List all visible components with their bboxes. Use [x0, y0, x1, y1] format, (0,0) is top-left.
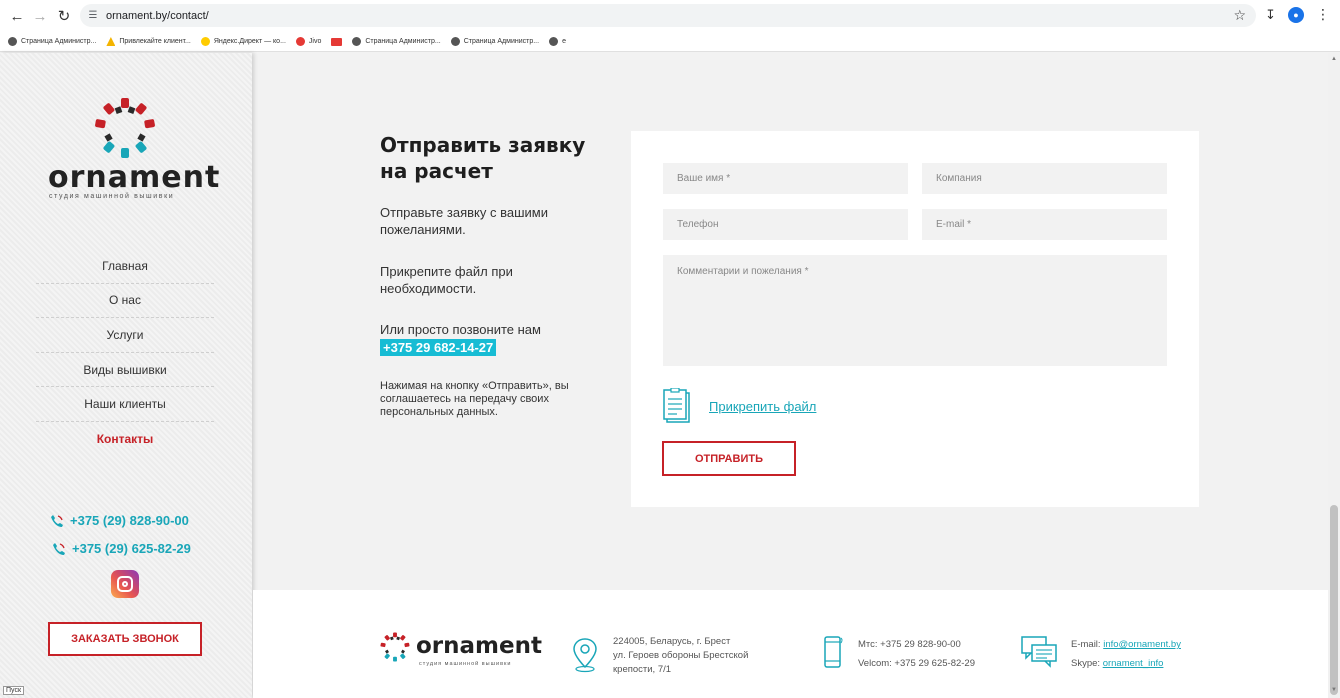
footer: ornament студия машинной вышивки 224005,…: [253, 590, 1328, 698]
browser-toolbar: ← → ↻ ☰ ornament.by/contact/ ☆ ↧ ● ⋮: [0, 0, 1340, 32]
address-bar[interactable]: ☰ ornament.by/contact/ ☆: [80, 4, 1256, 27]
reload-icon[interactable]: ↻: [51, 3, 77, 29]
bookmark-item[interactable]: Страница Администр...: [8, 37, 96, 46]
mail-icon: [331, 37, 343, 46]
google-ads-icon: [106, 37, 116, 46]
bookmark-item[interactable]: Страница Администр...: [450, 37, 539, 46]
bookmark-item[interactable]: е: [549, 37, 566, 46]
bookmark-item[interactable]: Страница Администр...: [352, 37, 441, 46]
bookmark-item[interactable]: Яндекс.Директ — ко...: [200, 37, 286, 46]
ornament-logo-icon[interactable]: [379, 631, 411, 663]
footer-contacts: E-mail: info@ornament.by Skype: ornament…: [1071, 639, 1181, 669]
order-callback-button[interactable]: ЗАКАЗАТЬ ЗВОНОК: [48, 622, 202, 656]
instagram-icon[interactable]: [111, 570, 139, 598]
profile-avatar-icon[interactable]: ●: [1288, 6, 1304, 23]
bookmark-item[interactable]: [331, 37, 343, 46]
footer-velcom-phone[interactable]: Velcom: +375 29 625-82-29: [858, 658, 975, 669]
logo-text[interactable]: ornament: [48, 160, 220, 195]
sidebar-phone-1[interactable]: +375 (29) 828-90-00: [50, 513, 189, 528]
scrollbar-thumb[interactable]: [1330, 505, 1338, 695]
jivo-icon: [295, 37, 305, 46]
menu-item-embroidery-types[interactable]: Виды вышивки: [36, 353, 214, 388]
document-icon: [663, 388, 690, 423]
call-us-text: Или просто позвоните нам: [380, 322, 541, 337]
globe-icon: [8, 37, 17, 46]
phone-icon: [53, 542, 65, 555]
phone-icon: [51, 514, 63, 527]
footer-mts-phone[interactable]: Мтс: +375 29 828-90-00: [858, 639, 961, 650]
company-input[interactable]: Компания: [922, 163, 1167, 194]
url-text: ornament.by/contact/: [106, 9, 209, 22]
site-settings-icon[interactable]: ☰: [80, 10, 106, 21]
footer-logo-subtitle: студия машинной вышивки: [419, 661, 512, 667]
scroll-up-icon[interactable]: ▲: [1331, 56, 1337, 62]
menu-item-services[interactable]: Услуги: [36, 318, 214, 353]
page-title: Отправить заявку на расчет: [380, 133, 586, 183]
consent-text: Нажимая на кнопку «Отправить», вы соглаш…: [380, 380, 569, 418]
globe-icon: [549, 37, 559, 46]
bookmarks-bar: Страница Администр... Привлекайте клиент…: [0, 32, 1340, 52]
main-menu: Главная О нас Услуги Виды вышивки Наши к…: [36, 249, 214, 457]
ornament-logo-icon[interactable]: [92, 97, 158, 159]
footer-skype-link[interactable]: ornament_info: [1103, 658, 1164, 669]
highlighted-phone[interactable]: +375 29 682-14-27: [380, 339, 497, 356]
download-icon[interactable]: ↧: [1265, 7, 1276, 23]
phone-input[interactable]: Телефон: [663, 209, 908, 240]
comment-textarea[interactable]: Комментарии и пожелания *: [663, 255, 1167, 366]
menu-item-clients[interactable]: Наши клиенты: [36, 387, 214, 422]
menu-item-home[interactable]: Главная: [36, 249, 214, 284]
menu-item-contacts[interactable]: Контакты: [36, 422, 214, 457]
browser-menu-icon[interactable]: ⋮: [1316, 6, 1330, 23]
bookmark-star-icon[interactable]: ☆: [1233, 7, 1246, 24]
bookmark-item[interactable]: Привлекайте клиент...: [106, 37, 191, 46]
footer-email-link[interactable]: info@ornament.by: [1103, 639, 1181, 650]
chat-message-icon: [1021, 636, 1057, 668]
globe-icon: [450, 37, 460, 46]
email-input[interactable]: E-mail *: [922, 209, 1167, 240]
intro-text-1: Отправьте заявку с вашими пожеланиями.: [380, 205, 548, 237]
name-input[interactable]: Ваше имя *: [663, 163, 908, 194]
footer-address: 224005, Беларусь, г. Брест ул. Героев об…: [613, 636, 749, 675]
attach-file-control[interactable]: Прикрепить файл: [663, 388, 816, 424]
submit-button[interactable]: ОТПРАВИТЬ: [662, 441, 796, 476]
menu-item-about[interactable]: О нас: [36, 284, 214, 319]
footer-logo-text[interactable]: ornament: [416, 633, 542, 659]
location-pin-icon: [573, 638, 597, 673]
sidebar: ornament студия машинной вышивки Главная…: [0, 53, 252, 698]
intro-text-2: Прикрепите файл при необходимости.: [380, 264, 513, 296]
start-button[interactable]: Пуск: [3, 686, 25, 695]
bookmark-item[interactable]: Jivo: [295, 37, 321, 46]
intro-text-3: Или просто позвоните нам +375 29 682-14-…: [380, 321, 590, 356]
footer-phones: Мтс: +375 29 828-90-00 Velcom: +375 29 6…: [858, 635, 975, 673]
forward-icon[interactable]: →: [27, 3, 53, 29]
mobile-phone-icon: [824, 636, 843, 668]
yandex-direct-icon: [200, 37, 210, 46]
scroll-down-icon[interactable]: ▼: [1331, 687, 1337, 693]
logo-subtitle: студия машинной вышивки: [49, 193, 175, 200]
attach-file-link[interactable]: Прикрепить файл: [709, 399, 816, 414]
page-scrollbar[interactable]: ▲ ▼: [1328, 53, 1340, 698]
globe-icon: [352, 37, 362, 46]
sidebar-phone-2[interactable]: +375 (29) 625-82-29: [52, 541, 191, 556]
